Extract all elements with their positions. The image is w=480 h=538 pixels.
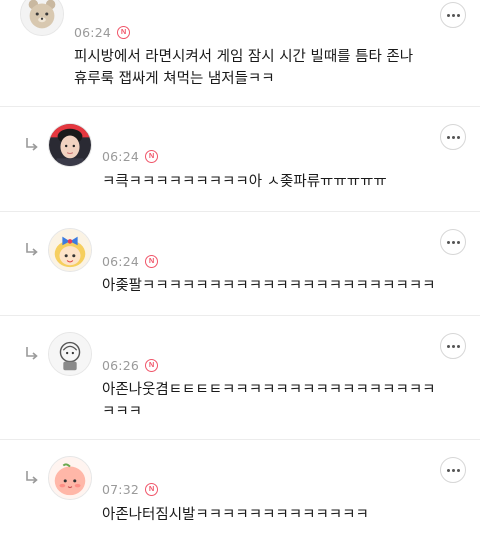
dot-icon [451, 240, 455, 244]
timestamp: 06:26 [102, 357, 140, 373]
dot-icon [451, 344, 455, 348]
dot-icon [451, 468, 455, 472]
reply-arrow-icon [26, 138, 38, 151]
new-badge: N [145, 254, 159, 268]
comment-meta: 06:24 N [74, 24, 131, 40]
dot-icon [456, 468, 460, 472]
new-badge: N [145, 149, 159, 163]
new-badge: N [117, 25, 131, 39]
comment-text: 피시방에서 라면시켜서 게임 잠시 시간 빌때를 틈타 존나 휴루룩 잽싸게 쳐… [74, 49, 414, 87]
reply-arrow-icon [26, 471, 38, 484]
reply-item: 07:32 N 아존나터짐시발ㅋㅋㅋㅋㅋㅋㅋㅋㅋㅋㅋㅋㅋ [0, 440, 480, 538]
comment-meta: 06:24 N [102, 148, 159, 164]
dot-icon [451, 135, 455, 139]
new-badge: N [145, 482, 159, 496]
dot-icon [446, 13, 450, 17]
comment-meta: 06:26 N [102, 357, 159, 373]
dot-icon [446, 135, 450, 139]
timestamp: 06:24 [74, 24, 112, 40]
timestamp: 07:32 [102, 481, 140, 497]
timestamp: 06:24 [102, 253, 140, 269]
more-options-button[interactable] [440, 229, 466, 255]
dot-icon [456, 344, 460, 348]
dot-icon [446, 240, 450, 244]
reply-item: 06:24 N ㅋ큭ㅋㅋㅋㅋㅋㅋㅋㅋㅋ아 ㅅ좆파류ㅠㅠㅠㅠㅠ [0, 107, 480, 211]
cartoon-girl-avatar-icon[interactable] [48, 228, 92, 272]
dot-icon [446, 468, 450, 472]
comment-meta: 06:24 N [102, 253, 159, 269]
dot-icon [456, 135, 460, 139]
comment-meta: 07:32 N [102, 481, 159, 497]
comment-item: 06:24 N 피시방에서 라면시켜서 게임 잠시 시간 빌때를 틈타 존나 휴… [0, 0, 480, 106]
comment-text: 아좆팔ㅋㅋㅋㅋㅋㅋㅋㅋㅋㅋㅋㅋㅋㅋㅋㅋㅋㅋㅋㅋㅋㅋ [102, 278, 436, 294]
bear-avatar-icon[interactable] [20, 0, 64, 36]
dot-icon [451, 13, 455, 17]
timestamp: 06:24 [102, 148, 140, 164]
reply-arrow-icon [26, 243, 38, 256]
comment-text: ㅋ큭ㅋㅋㅋㅋㅋㅋㅋㅋㅋ아 ㅅ좆파류ㅠㅠㅠㅠㅠ [102, 174, 387, 190]
comment-text: 아존나웃겸ㅌㅌㅌㅌㅋㅋㅋㅋㅋㅋㅋㅋㅋㅋㅋㅋㅋㅋㅋㅋ ㅋㅋㅋ [102, 382, 436, 420]
more-options-button[interactable] [440, 333, 466, 359]
dot-icon [456, 240, 460, 244]
more-options-button[interactable] [440, 2, 466, 28]
person-avatar-icon[interactable] [48, 123, 92, 167]
more-options-button[interactable] [440, 457, 466, 483]
reply-arrow-icon [26, 347, 38, 360]
dot-icon [456, 13, 460, 17]
dot-icon [446, 344, 450, 348]
new-badge: N [145, 358, 159, 372]
peach-avatar-icon[interactable] [48, 456, 92, 500]
sketch-avatar-icon[interactable] [48, 332, 92, 376]
reply-item: 06:26 N 아존나웃겸ㅌㅌㅌㅌㅋㅋㅋㅋㅋㅋㅋㅋㅋㅋㅋㅋㅋㅋㅋㅋ ㅋㅋㅋ [0, 316, 480, 439]
more-options-button[interactable] [440, 124, 466, 150]
reply-item: 06:24 N 아좆팔ㅋㅋㅋㅋㅋㅋㅋㅋㅋㅋㅋㅋㅋㅋㅋㅋㅋㅋㅋㅋㅋㅋ [0, 212, 480, 315]
comment-text: 아존나터짐시발ㅋㅋㅋㅋㅋㅋㅋㅋㅋㅋㅋㅋㅋ [102, 507, 369, 523]
